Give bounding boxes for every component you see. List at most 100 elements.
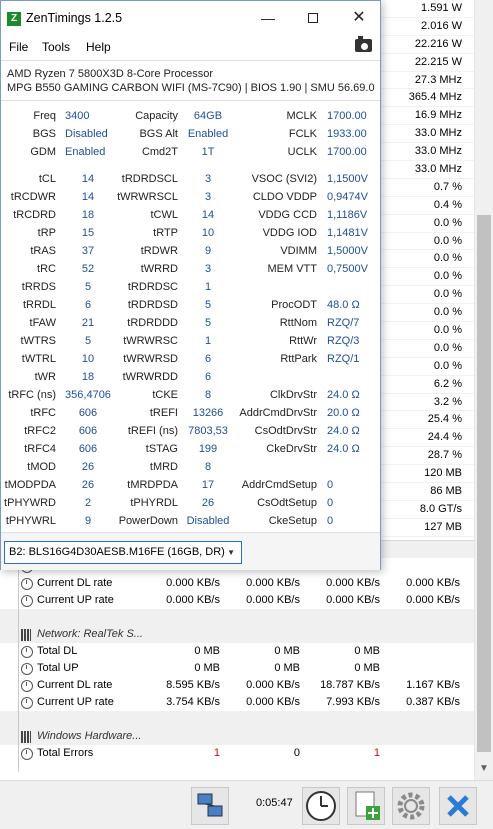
sensor-gauge-icon (21, 680, 33, 692)
table-row[interactable]: Current DL rate 0.000 KB/s 0.000 KB/s 0.000… (0, 575, 474, 592)
timing-label: BGS (32, 128, 56, 140)
timing-label: Cmd2T (141, 146, 178, 158)
minimize-button[interactable]: — (253, 7, 283, 29)
timing-label: ProcODT (271, 299, 317, 311)
timing-row: tRRDS 5 tRDRDSC 1 (1, 278, 380, 296)
timing-row: Freq 3400 Capacity 64GB MCLK 1700.00 (1, 107, 380, 125)
screenshot-camera-icon[interactable] (355, 36, 372, 52)
timing-value: RZQ/3 (327, 335, 360, 347)
window-title: ZenTimings 1.2.5 (26, 11, 123, 25)
sensor-group-row[interactable]: Network: RealTek S... (0, 609, 474, 643)
sensor-name: Total DL (37, 645, 78, 657)
timing-label: CsOdtDrvStr (254, 425, 317, 437)
zentimings-window: Z ZenTimings 1.2.5 — ✕ File Tools Help A… (0, 0, 381, 570)
maximize-button[interactable] (298, 7, 328, 29)
sensor-value: 3.2 % (382, 394, 474, 412)
sensor-name: Network: RealTek S... (37, 628, 143, 640)
table-row[interactable]: Total UP0 MB0 MB0 MB (0, 660, 474, 677)
dropdown-arrow-icon: ▼ (227, 548, 235, 557)
sensor-group-icon (21, 629, 31, 641)
timing-value: 5 (84, 281, 92, 293)
sensor-value: 16.9 MHz (382, 107, 474, 126)
title-bar[interactable]: Z ZenTimings 1.2.5 — ✕ (1, 1, 380, 35)
scroll-down-arrow-icon[interactable]: ▼ (478, 763, 490, 775)
timing-label: tPHYWRD (4, 497, 56, 509)
timing-label: Freq (33, 110, 56, 122)
maximize-icon (308, 13, 318, 23)
timing-value: 0 (327, 515, 334, 527)
timing-value: 24.0 Ω (327, 425, 360, 437)
menu-bar: File Tools Help (1, 35, 380, 59)
timing-label: tRFC4 (24, 443, 56, 455)
timing-value: 24.0 Ω (327, 443, 360, 455)
timing-value: 606 (78, 407, 98, 419)
timing-label: tRDRDDD (127, 317, 178, 329)
clock-button[interactable] (302, 787, 340, 825)
timing-label: RttPark (280, 353, 317, 365)
timing-label: VDDG IOD (262, 227, 317, 239)
timing-row: BGS Disabled BGS Alt Enabled FCLK 1933.00 (1, 125, 380, 143)
sensor-gauge-icon (21, 748, 33, 760)
menu-tools[interactable]: Tools (42, 40, 70, 54)
sensor-value: 365.4 MHz (382, 89, 474, 108)
close-icon: ✕ (352, 9, 366, 26)
timing-row: GDM Enabled Cmd2T 1T UCLK 1700.00 (1, 143, 380, 161)
timing-label: tRRDS (21, 281, 56, 293)
dimm-dropdown[interactable]: B2: BLS16G4D30AESB.M16FE (16GB, DR) ▼ (4, 541, 242, 564)
add-report-button[interactable] (347, 787, 385, 825)
timing-label: tRFC (ns) (8, 389, 56, 401)
settings-button[interactable] (392, 787, 430, 825)
tree-line (18, 562, 19, 772)
timing-row: tMOD 26 tMRD 8 (1, 458, 380, 476)
timing-label: tRFC (30, 407, 56, 419)
table-row[interactable]: Current UP rate 0.000 KB/s 0.000 KB/s 0.000… (0, 592, 474, 609)
close-icon (447, 795, 469, 817)
system-info-panel: AMD Ryzen 7 5800X3D 8-Core Processor MPG… (1, 60, 380, 101)
timing-label: tRDWR (140, 245, 178, 257)
timing-row: tFAW 21 tRDRDDD 5 RttNom RZQ/7 (1, 314, 380, 332)
timing-value: 18 (81, 209, 95, 221)
timing-row: tPHYWRD 2 tPHYRDL 26 CsOdtSetup 0 (1, 494, 380, 512)
table-row[interactable]: Current UP rate 3.754 KB/s 0.000 KB/s 7.993… (0, 694, 474, 711)
timing-label: tMOD (27, 461, 56, 473)
scrollbar-thumb[interactable] (477, 215, 491, 752)
sensor-name: Current UP rate (37, 696, 114, 708)
timing-label: tCKE (152, 389, 178, 401)
timing-row: tRFC 606 tREFI 13266 AddrCmdDrvStr 20.0 Ω (1, 404, 380, 422)
sensor-value: 0.0 % (382, 304, 474, 323)
minimize-icon: — (261, 10, 275, 26)
table-row[interactable]: Total Errors 1 0 1 (0, 745, 474, 762)
timing-label: tWRRD (140, 263, 178, 275)
timing-value: 1 (204, 281, 212, 293)
timing-label: tFAW (29, 317, 56, 329)
timing-label: PowerDown (118, 515, 178, 527)
sensor-group-row[interactable]: Windows Hardware... (0, 711, 474, 745)
sensor-value: 33.0 MHz (382, 161, 474, 179)
timing-value: 20.0 Ω (327, 407, 360, 419)
network-button[interactable] (191, 787, 229, 825)
sensor-name: Total UP (37, 662, 79, 674)
table-row[interactable]: Total DL 0 MB 0 MB 0 MB (0, 643, 474, 660)
timing-value: 1,1481V (327, 227, 368, 239)
timing-row: tRCDRD 18 tCWL 14 VDDG CCD 1,1186V (1, 206, 380, 224)
timing-label: tWRWRSD (123, 353, 178, 365)
sensor-value: 127 MB (382, 519, 474, 537)
timing-label: MCLK (286, 110, 317, 122)
gear-icon (397, 792, 425, 820)
menu-help[interactable]: Help (86, 40, 111, 54)
dimm-selector-bar: B2: BLS16G4D30AESB.M16FE (16GB, DR) ▼ (1, 532, 380, 570)
sensor-gauge-icon (21, 595, 33, 607)
close-sensors-button[interactable] (439, 787, 477, 825)
menu-file[interactable]: File (9, 40, 28, 54)
sensor-value: 0.0 % (382, 340, 474, 358)
timing-value: 6 (204, 371, 212, 383)
timing-value: 1,1500V (327, 173, 368, 185)
timing-row: tWTRS 5 tWRWRSC 1 RttWr RZQ/3 (1, 332, 380, 350)
vertical-scrollbar[interactable]: ▼ (474, 0, 493, 780)
table-row[interactable]: Current DL rate 8.595 KB/s 0.000 KB/s 18.78… (0, 677, 474, 694)
timing-value: 26 (81, 461, 95, 473)
close-button[interactable]: ✕ (344, 7, 374, 29)
sensor-gauge-icon (21, 697, 33, 709)
timing-label: tRTP (153, 227, 178, 239)
timing-value: 26 (81, 479, 95, 491)
